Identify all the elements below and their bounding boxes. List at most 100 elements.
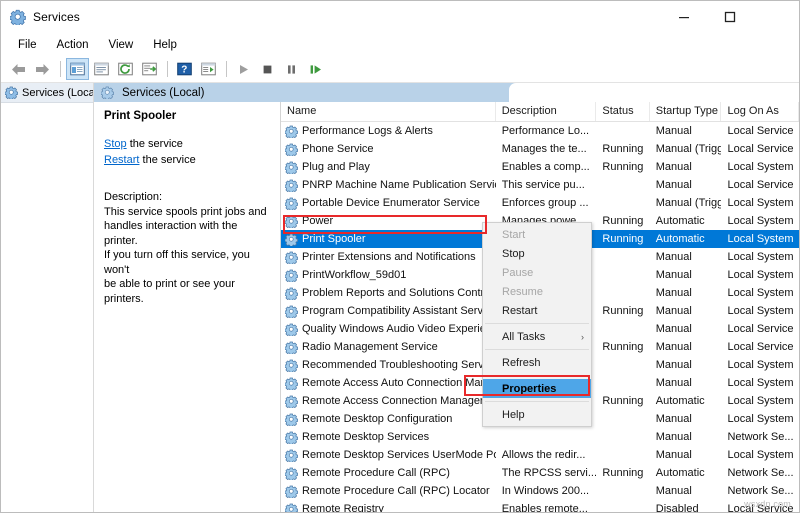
table-row[interactable]: Remote Desktop Services UserMode Port R.…	[281, 446, 799, 464]
minimize-button[interactable]	[661, 1, 707, 33]
show-hide-action-pane-button[interactable]	[197, 58, 220, 80]
help-button[interactable]: ?	[173, 58, 196, 80]
title-bar: Services	[1, 1, 799, 34]
menu-help[interactable]: Help	[144, 37, 186, 53]
column-header-log-on-as[interactable]: Log On As	[721, 102, 799, 121]
service-stat-cell: Running	[596, 140, 649, 158]
service-logon-cell: Local System	[721, 158, 799, 176]
svg-text:?: ?	[181, 64, 187, 75]
service-name-cell: Power	[281, 212, 496, 230]
chevron-right-icon: ›	[581, 332, 584, 342]
table-row[interactable]: PNRP Machine Name Publication ServiceThi…	[281, 176, 799, 194]
table-row[interactable]: Remote Desktop ServicesManualNetwork Se.…	[281, 428, 799, 446]
service-stat-cell	[596, 194, 649, 212]
context-menu-item-help[interactable]: Help	[483, 405, 591, 424]
service-name-label: Radio Management Service	[302, 338, 438, 356]
menu-action[interactable]: Action	[48, 37, 98, 53]
close-icon	[770, 11, 782, 23]
services-gear-icon	[101, 86, 114, 99]
service-gear-icon	[285, 377, 298, 390]
menu-file[interactable]: File	[9, 37, 46, 53]
export-list-button[interactable]	[138, 58, 161, 80]
results-pane: Services (Local) Print Spooler Stop the …	[94, 83, 799, 512]
table-row[interactable]: Remote Procedure Call (RPC)The RPCSS ser…	[281, 464, 799, 482]
table-row[interactable]: Portable Device Enumerator ServiceEnforc…	[281, 194, 799, 212]
service-gear-icon	[285, 287, 298, 300]
service-desc-cell: Enforces group ...	[496, 194, 597, 212]
description-line-3: If you turn off this service, you won't	[104, 248, 270, 277]
back-button[interactable]	[7, 58, 30, 80]
service-stat-cell: Running	[596, 392, 649, 410]
service-gear-icon	[285, 395, 298, 408]
service-stat-cell	[596, 410, 649, 428]
service-name-label: Remote Access Connection Manager	[302, 392, 484, 410]
context-menu-separator	[485, 349, 589, 350]
restart-service-button[interactable]	[304, 58, 327, 80]
context-menu-item-restart[interactable]: Restart	[483, 301, 591, 320]
table-row[interactable]: Plug and PlayEnables a comp...RunningMan…	[281, 158, 799, 176]
context-menu-item-properties[interactable]: Properties	[483, 379, 591, 398]
context-menu-item-all-tasks[interactable]: All Tasks›	[483, 327, 591, 346]
close-button[interactable]	[753, 1, 799, 33]
context-menu[interactable]: StartStopPauseResumeRestartAll Tasks›Ref…	[482, 222, 592, 427]
service-desc-cell	[496, 428, 597, 446]
table-row[interactable]: Remote Procedure Call (RPC) LocatorIn Wi…	[281, 482, 799, 500]
pause-service-button[interactable]	[280, 58, 303, 80]
service-details-pane: Print Spooler Stop the service Restart t…	[94, 102, 281, 512]
column-header-startup-type[interactable]: Startup Type	[650, 102, 722, 121]
stop-service-link[interactable]: Stop	[104, 138, 127, 150]
service-logon-cell: Local System	[721, 410, 799, 428]
service-logon-cell: Local Service	[721, 140, 799, 158]
restart-service-link[interactable]: Restart	[104, 154, 139, 166]
stop-service-button[interactable]	[256, 58, 279, 80]
toolbar-separator-3	[226, 61, 227, 77]
service-name-cell: PrintWorkflow_59d01	[281, 266, 496, 284]
start-service-button[interactable]	[232, 58, 255, 80]
minimize-icon	[678, 11, 690, 23]
toolbar: ?	[1, 56, 799, 83]
export-list-icon	[142, 62, 157, 76]
service-stat-cell	[596, 320, 649, 338]
service-name-cell: Print Spooler	[281, 230, 496, 248]
service-name-cell: Printer Extensions and Notifications	[281, 248, 496, 266]
service-stat-cell	[596, 428, 649, 446]
service-stat-cell	[596, 374, 649, 392]
start-service-icon	[237, 63, 250, 76]
table-row[interactable]: Phone ServiceManages the te...RunningMan…	[281, 140, 799, 158]
forward-button[interactable]	[31, 58, 54, 80]
service-start-cell: Manual	[650, 374, 722, 392]
context-menu-item-stop[interactable]: Stop	[483, 244, 591, 263]
service-start-cell: Manual	[650, 338, 722, 356]
service-desc-cell: Enables remote...	[496, 500, 597, 512]
service-name-cell: Remote Access Auto Connection Man...	[281, 374, 496, 392]
service-desc-cell: The RPCSS servi...	[496, 464, 597, 482]
service-logon-cell: Local System	[721, 248, 799, 266]
pane-header-label: Services (Local)	[122, 87, 204, 99]
column-header-status[interactable]: Status	[596, 102, 649, 121]
service-name-cell: Remote Registry	[281, 500, 496, 512]
stop-service-suffix: the service	[127, 138, 183, 150]
service-logon-cell: Local Service	[721, 176, 799, 194]
service-start-cell: Manual	[650, 410, 722, 428]
service-gear-icon	[285, 323, 298, 336]
tree-item-services-local[interactable]: Services (Local)	[1, 83, 93, 103]
service-desc-cell: Manages the te...	[496, 140, 597, 158]
table-row[interactable]: Performance Logs & AlertsPerformance Lo.…	[281, 122, 799, 140]
table-row[interactable]: Remote RegistryEnables remote...Disabled…	[281, 500, 799, 512]
properties-button[interactable]	[90, 58, 113, 80]
service-start-cell: Automatic	[650, 464, 722, 482]
service-logon-cell: Local Service	[721, 320, 799, 338]
service-stat-cell: Running	[596, 338, 649, 356]
menu-view[interactable]: View	[100, 37, 143, 53]
maximize-icon	[724, 11, 736, 23]
description-line-2: handles interaction with the printer.	[104, 219, 270, 248]
maximize-button[interactable]	[707, 1, 753, 33]
column-header-description[interactable]: Description	[496, 102, 597, 121]
service-stat-cell: Running	[596, 212, 649, 230]
refresh-button[interactable]	[114, 58, 137, 80]
service-gear-icon	[285, 413, 298, 426]
service-start-cell: Manual	[650, 176, 722, 194]
show-hide-console-tree-button[interactable]	[66, 58, 89, 80]
column-header-name[interactable]: Name	[281, 102, 496, 121]
context-menu-item-refresh[interactable]: Refresh	[483, 353, 591, 372]
